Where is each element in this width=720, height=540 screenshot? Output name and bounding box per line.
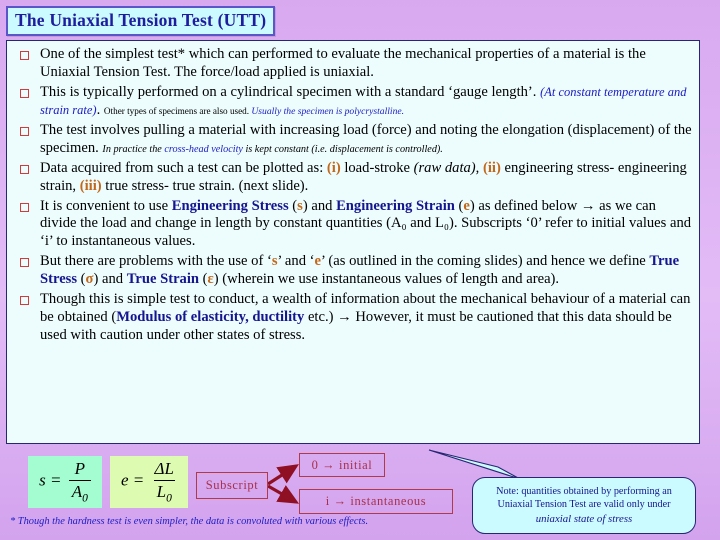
text-segment: load-stroke: [340, 159, 414, 176]
subscript-instantaneous-box: i → instantaneous: [299, 489, 453, 514]
formula-stress-lhs: s =: [39, 470, 62, 490]
text-segment: But there are problems with the use of ‘: [40, 253, 272, 270]
formula-stress-denominator: A0: [68, 480, 91, 505]
text-segment: (: [199, 271, 208, 288]
formula-strain-lhs: e =: [121, 470, 145, 490]
arrow-to-instantaneous: [267, 484, 300, 504]
bullet-item-6: But there are problems with the use of ‘…: [11, 253, 693, 288]
page-title: The Uniaxial Tension Test (UTT): [15, 10, 267, 30]
slide-title-box: The Uniaxial Tension Test (UTT): [6, 6, 276, 36]
formula-strain-denominator: L0: [153, 480, 175, 505]
note-line-3: uniaxial state of stress: [535, 512, 633, 525]
text-segment: This is typically performed on a cylindr…: [40, 83, 541, 100]
subscript-initial-label: 0 → initial: [311, 457, 373, 472]
subscript-label-box: Subscript: [196, 472, 268, 499]
text-segment: (: [288, 197, 298, 214]
arrow-to-initial: [267, 464, 299, 486]
note-callout: Note: quantities obtained by performing …: [472, 477, 696, 534]
text-segment: Usually the specimen is polycrystalline.: [251, 105, 405, 117]
text-segment: ,: [475, 159, 483, 176]
text-segment: (: [77, 271, 86, 288]
subscript-initial-box: 0 → initial: [299, 453, 385, 477]
text-segment: .: [96, 101, 104, 118]
content-panel: One of the simplest test* which can perf…: [6, 40, 700, 444]
text-segment: (iii): [79, 177, 102, 194]
text-segment: Other types of specimens are also used.: [103, 105, 252, 116]
text-segment: It is convenient to use: [40, 197, 172, 214]
bullet-item-2: This is typically performed on a cylindr…: [11, 84, 693, 119]
text-segment: (ii): [482, 159, 501, 176]
subscript-instantaneous-label: i → instantaneous: [325, 494, 427, 508]
text-segment: (i): [326, 159, 341, 176]
note-bubble-tail: [428, 449, 521, 480]
bullet-item-5: It is convenient to use Engineering Stre…: [11, 198, 693, 251]
text-segment: is kept constant (i.e. displacement is c…: [242, 143, 443, 155]
bullet-item-7: Though this is simple test to conduct, a…: [11, 291, 693, 344]
bullet-item-3: The test involves pulling a material wit…: [11, 122, 693, 157]
text-segment: σ: [85, 271, 94, 288]
text-segment: Engineering Stress: [171, 197, 289, 214]
text-segment: Engineering Strain: [336, 197, 455, 214]
formula-strain-expression: e = ΔL L0: [121, 459, 177, 505]
note-line-2: Uniaxial Tension Test are valid only und…: [497, 499, 671, 511]
text-segment: ) and: [93, 271, 127, 288]
formula-stress-expression: s = P A0: [39, 459, 91, 505]
formula-engineering-strain: e = ΔL L0: [110, 456, 188, 508]
bullet-list: One of the simplest test* which can perf…: [11, 46, 693, 345]
text-segment: ’ and ‘: [277, 253, 315, 270]
text-segment: true stress- true strain. (next slide).: [101, 177, 309, 194]
text-segment: cross-head velocity: [164, 143, 243, 155]
text-segment: ) (wherein we use instantaneous values o…: [213, 271, 560, 288]
formula-stress-numerator: P: [74, 459, 85, 479]
note-line-1: Note: quantities obtained by performing …: [496, 485, 672, 497]
text-segment: In practice the: [102, 143, 165, 155]
footnote-text: * Though the hardness test is even simpl…: [10, 516, 369, 527]
formula-strain-numerator: ΔL: [154, 459, 174, 479]
text-segment: Modulus of elasticity, ductility: [116, 309, 305, 326]
formula-engineering-stress: s = P A0: [28, 456, 102, 508]
bullet-item-1: One of the simplest test* which can perf…: [11, 46, 693, 81]
text-segment: ’ (as outlined in the coming slides) and…: [321, 253, 650, 270]
subscript-label: Subscript: [205, 478, 259, 492]
bullet-item-4: Data acquired from such a test can be pl…: [11, 160, 693, 195]
formula-strain-fraction: ΔL L0: [152, 459, 177, 505]
text-segment: True Strain: [126, 271, 200, 288]
text-segment: ) and: [302, 197, 337, 214]
text-segment: Data acquired from such a test can be pl…: [40, 159, 327, 176]
text-segment: (raw data): [413, 159, 476, 176]
text-segment: One of the simplest test* which can perf…: [40, 46, 646, 80]
formula-stress-fraction: P A0: [68, 459, 91, 505]
